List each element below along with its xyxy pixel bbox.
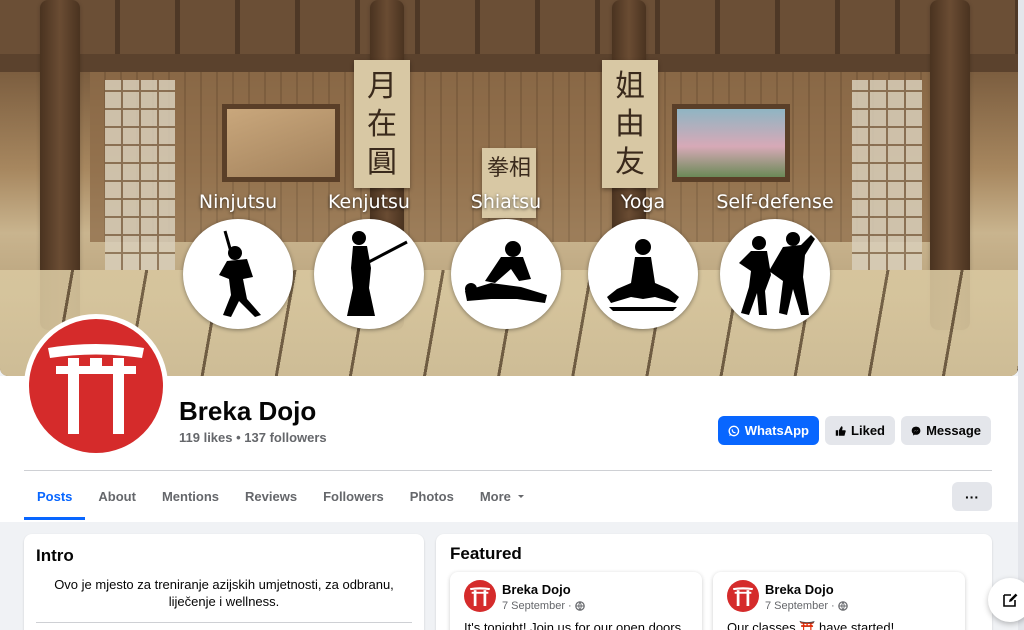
post-author[interactable]: Breka Dojo (502, 582, 571, 597)
intro-divider (36, 622, 412, 623)
post-date-text: 7 September · (765, 600, 835, 612)
activity-kenjutsu: Kenjutsu (313, 188, 425, 329)
globe-icon (837, 601, 848, 611)
post-text: It's tonight! Join us for our open doors (464, 620, 682, 630)
featured-post[interactable]: Breka Dojo 7 September · Our classes ⛩️ … (713, 572, 965, 630)
liked-button-label: Liked (851, 423, 885, 438)
activity-shiatsu: Shiatsu (450, 188, 562, 329)
ninja-silhouette-icon (183, 219, 293, 329)
tab-mentions[interactable]: Mentions (149, 472, 232, 520)
cover-scroll-right: 姐由友 (602, 60, 658, 188)
profile-tabs: Posts About Mentions Reviews Followers P… (24, 472, 539, 520)
caret-down-icon (517, 495, 524, 498)
torii-gate-icon (29, 319, 163, 453)
activity-ninjutsu: Ninjutsu (182, 188, 294, 329)
activity-label: Yoga (620, 191, 666, 213)
featured-card: Featured Breka Dojo 7 September · It's t… (436, 534, 992, 630)
intro-card: Intro Ovo je mjesto za treniranje azijsk… (24, 534, 424, 630)
intro-title: Intro (36, 546, 74, 565)
new-message-button[interactable] (988, 578, 1024, 622)
cover-painting-right (672, 104, 790, 182)
header-divider (24, 470, 992, 471)
post-text: Our classes ⛩️ have started! (727, 620, 895, 630)
cover-shoji-left (105, 80, 175, 270)
whatsapp-icon (728, 425, 740, 436)
post-date[interactable]: 7 September · (502, 600, 585, 612)
featured-title: Featured (450, 544, 522, 563)
tab-more[interactable]: More (467, 472, 539, 520)
tab-about[interactable]: About (85, 472, 149, 520)
page-stats[interactable]: 119 likes • 137 followers (179, 430, 327, 445)
cover-scroll-left: 月在圓 (354, 60, 410, 188)
tab-more-label: More (479, 488, 511, 504)
thumbs-up-icon (835, 425, 846, 436)
activity-label: Kenjutsu (328, 191, 410, 213)
page-title: Breka Dojo (179, 396, 317, 426)
post-date[interactable]: 7 September · (765, 600, 848, 612)
post-date-text: 7 September · (502, 600, 572, 612)
tab-reviews[interactable]: Reviews (232, 472, 310, 520)
activity-label: Self-defense (716, 191, 834, 213)
whatsapp-button-label: WhatsApp (744, 423, 809, 438)
tab-posts[interactable]: Posts (24, 472, 86, 520)
massage-silhouette-icon (451, 219, 561, 329)
activity-label: Shiatsu (470, 191, 542, 213)
tab-followers[interactable]: Followers (310, 472, 397, 520)
cover-photo[interactable]: 月在圓 拳相 姐由友 Ninjutsu Kenjutsu Shiatsu Yog… (0, 0, 1018, 376)
avatar[interactable] (24, 314, 168, 458)
torii-gate-icon (727, 580, 759, 612)
globe-icon (574, 601, 585, 611)
intro-bio: Ovo je mjesto za treniranje azijskih umj… (54, 577, 394, 609)
tab-photos[interactable]: Photos (397, 472, 467, 520)
torii-gate-icon (464, 580, 496, 612)
featured-post[interactable]: Breka Dojo 7 September · It's tonight! J… (450, 572, 702, 630)
self-defense-silhouette-icon (720, 219, 830, 329)
message-button-label: Message (926, 423, 981, 438)
liked-button[interactable]: Liked (825, 416, 895, 445)
activity-yoga: Yoga (587, 188, 699, 329)
compose-icon (1003, 593, 1018, 607)
message-button[interactable]: Message (901, 416, 991, 445)
cover-shoji-right (852, 80, 922, 270)
more-options-button[interactable]: ··· (952, 482, 992, 511)
messenger-icon (911, 426, 921, 435)
cover-beam (0, 54, 1018, 72)
swordsman-silhouette-icon (314, 219, 424, 329)
post-author[interactable]: Breka Dojo (765, 582, 834, 597)
cover-ceiling (0, 0, 1018, 60)
activity-label: Ninjutsu (198, 191, 278, 213)
whatsapp-button[interactable]: WhatsApp (718, 416, 819, 445)
meditation-silhouette-icon (588, 219, 698, 329)
cover-painting-left (222, 104, 340, 182)
activity-self-defense: Self-defense (716, 188, 834, 329)
page-scrollbar[interactable] (1018, 0, 1024, 630)
